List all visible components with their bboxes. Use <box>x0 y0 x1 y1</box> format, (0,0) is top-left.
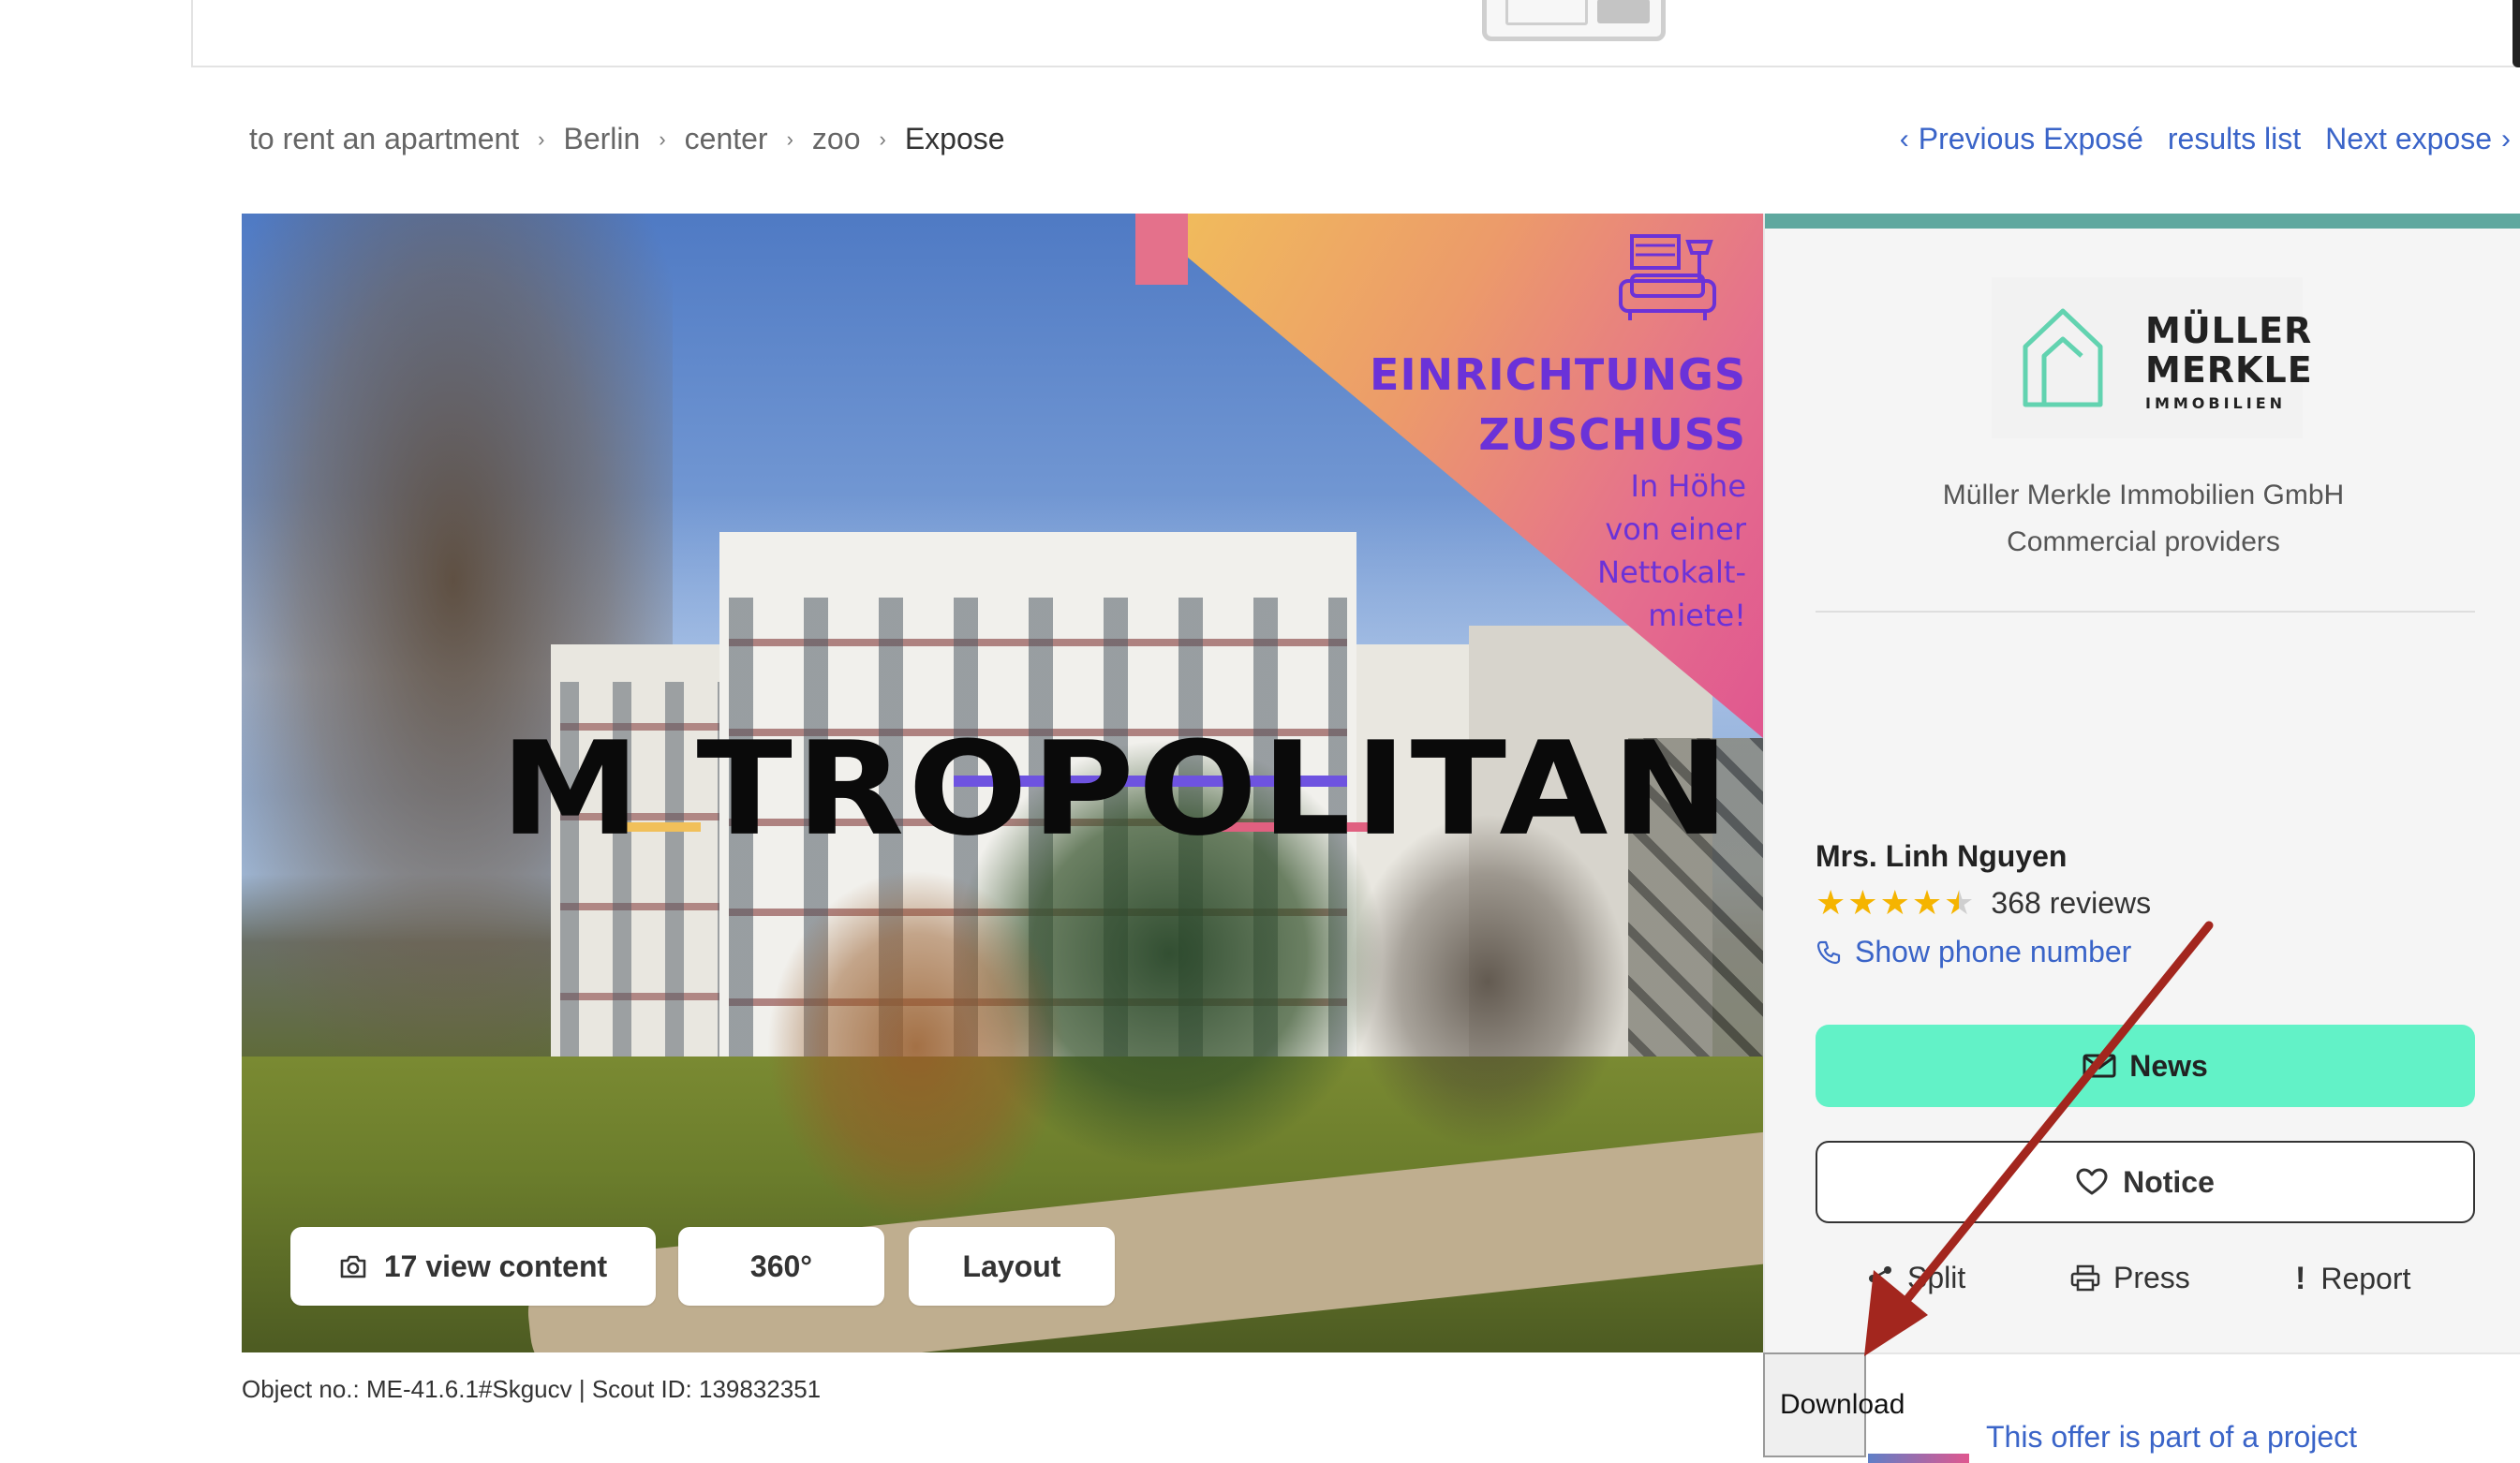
next-expose-link[interactable]: Next expose › <box>2325 122 2520 156</box>
breadcrumb-rent-apartment[interactable]: to rent an apartment <box>249 122 519 156</box>
news-button[interactable]: News <box>1816 1025 2475 1107</box>
envelope-icon <box>2083 1054 2116 1078</box>
sofa-icon <box>1619 234 1716 320</box>
previous-expose-link[interactable]: ‹ Previous Exposé <box>1890 122 2143 156</box>
news-label: News <box>2129 1048 2208 1083</box>
promo-sub-1: In Höhe <box>1630 468 1747 504</box>
expose-navigation: ‹ Previous Exposé results list Next expo… <box>1890 122 2520 156</box>
promo-title-1: EINRICHTUNGS <box>1370 349 1746 400</box>
contact-panel: MÜLLER MERKLE IMMOBILIEN Müller Merkle I… <box>1763 214 2520 1354</box>
breadcrumb-expose: Expose <box>904 122 1005 155</box>
provider-type: Commercial providers <box>2007 526 2280 557</box>
star-icon: ★ <box>1911 883 1943 922</box>
property-photo-gallery[interactable]: EINRICHTUNGS ZUSCHUSS In Höhe von einer … <box>242 214 1763 1352</box>
layout-button[interactable]: Layout <box>909 1227 1115 1306</box>
previous-expose-label: Previous Exposé <box>1918 122 2143 155</box>
promo-sub-3: Nettokalt- <box>1597 554 1746 590</box>
metropolitan-brand-text: M TROPOLITAN <box>500 714 1733 865</box>
show-phone-label: Show phone number <box>1855 935 2132 968</box>
company-name: Müller Merkle Immobilien GmbH <box>1942 480 2345 510</box>
report-action[interactable]: ! Report <box>2295 1261 2410 1297</box>
view-content-button[interactable]: 17 view content <box>290 1227 656 1306</box>
company-logo[interactable]: MÜLLER MERKLE IMMOBILIEN <box>1992 277 2312 438</box>
rating-stars: ★ ★ ★ ★ ★ <box>1816 884 1976 922</box>
logo-line-3: IMMOBILIEN <box>2145 394 2287 412</box>
download-button[interactable]: Download <box>1763 1352 1905 1457</box>
device-icon <box>1482 0 1666 41</box>
promo-sub-4: miete! <box>1648 598 1746 633</box>
breadcrumb: to rent an apartment › Berlin › center ›… <box>249 122 1005 156</box>
company-info: Müller Merkle Immobilien GmbH Commercial… <box>1765 472 2520 566</box>
breadcrumb-separator: › <box>659 126 666 151</box>
notice-button[interactable]: Notice <box>1816 1141 2475 1223</box>
half-star-icon: ★ <box>1944 883 1975 922</box>
heart-icon <box>2076 1168 2108 1195</box>
star-icon: ★ <box>1816 883 1846 922</box>
breadcrumb-separator: › <box>879 126 886 151</box>
next-expose-label: Next expose <box>2325 122 2492 155</box>
camera-icon <box>340 1255 366 1278</box>
results-list-link[interactable]: results list <box>2168 122 2301 156</box>
phone-icon <box>1816 940 1841 964</box>
split-label: Split <box>1907 1261 1966 1294</box>
promo-title-2: ZUSCHUSS <box>1478 409 1746 460</box>
breadcrumb-center[interactable]: center <box>685 122 768 156</box>
view-content-label: 17 view content <box>383 1249 608 1283</box>
press-label: Press <box>2113 1261 2190 1294</box>
promo-text: EINRICHTUNGS ZUSCHUSS In Höhe von einer … <box>1370 345 1746 637</box>
star-icon: ★ <box>1847 883 1878 922</box>
promo-sub-2: von einer <box>1605 511 1746 547</box>
chevron-right-icon: › <box>2501 123 2511 155</box>
star-icon: ★ <box>1879 883 1910 922</box>
breadcrumb-separator: › <box>538 126 545 151</box>
agent-rating[interactable]: ★ ★ ★ ★ ★ 368 reviews <box>1816 884 2151 922</box>
contact-accent-bar <box>1765 214 2520 229</box>
press-action[interactable]: Press <box>2070 1261 2190 1295</box>
house-logo-icon <box>2023 308 2103 407</box>
project-link[interactable]: This offer is part of a project <box>1986 1420 2357 1455</box>
logo-line-1: MÜLLER <box>2145 310 2313 351</box>
share-icon <box>1869 1265 1891 1291</box>
logo-line-2: MERKLE <box>2145 349 2313 391</box>
object-number: Object no.: ME-41.6.1#Skgucv | Scout ID:… <box>242 1375 822 1403</box>
split-action[interactable]: Split <box>1866 1261 1965 1295</box>
tour-360-button[interactable]: 360° <box>678 1227 884 1306</box>
report-label: Report <box>2320 1262 2411 1295</box>
action-row: Split Press ! Report <box>1765 1261 2520 1326</box>
top-bar <box>191 0 2520 67</box>
exclamation-icon: ! <box>2295 1261 2306 1296</box>
breadcrumb-berlin[interactable]: Berlin <box>564 122 641 156</box>
chevron-left-icon: ‹ <box>1899 123 1909 155</box>
show-phone-link[interactable]: Show phone number <box>1816 935 2131 969</box>
agent-name: Mrs. Linh Nguyen <box>1816 839 2068 873</box>
project-thumbnail <box>1868 1454 1969 1463</box>
divider <box>1816 611 2475 613</box>
notice-label: Notice <box>2123 1164 2215 1199</box>
reviews-count: 368 reviews <box>1991 885 2152 920</box>
window-edge <box>2513 0 2520 67</box>
printer-icon <box>2070 1264 2100 1291</box>
breadcrumb-zoo[interactable]: zoo <box>812 122 861 156</box>
breadcrumb-separator: › <box>786 126 793 151</box>
